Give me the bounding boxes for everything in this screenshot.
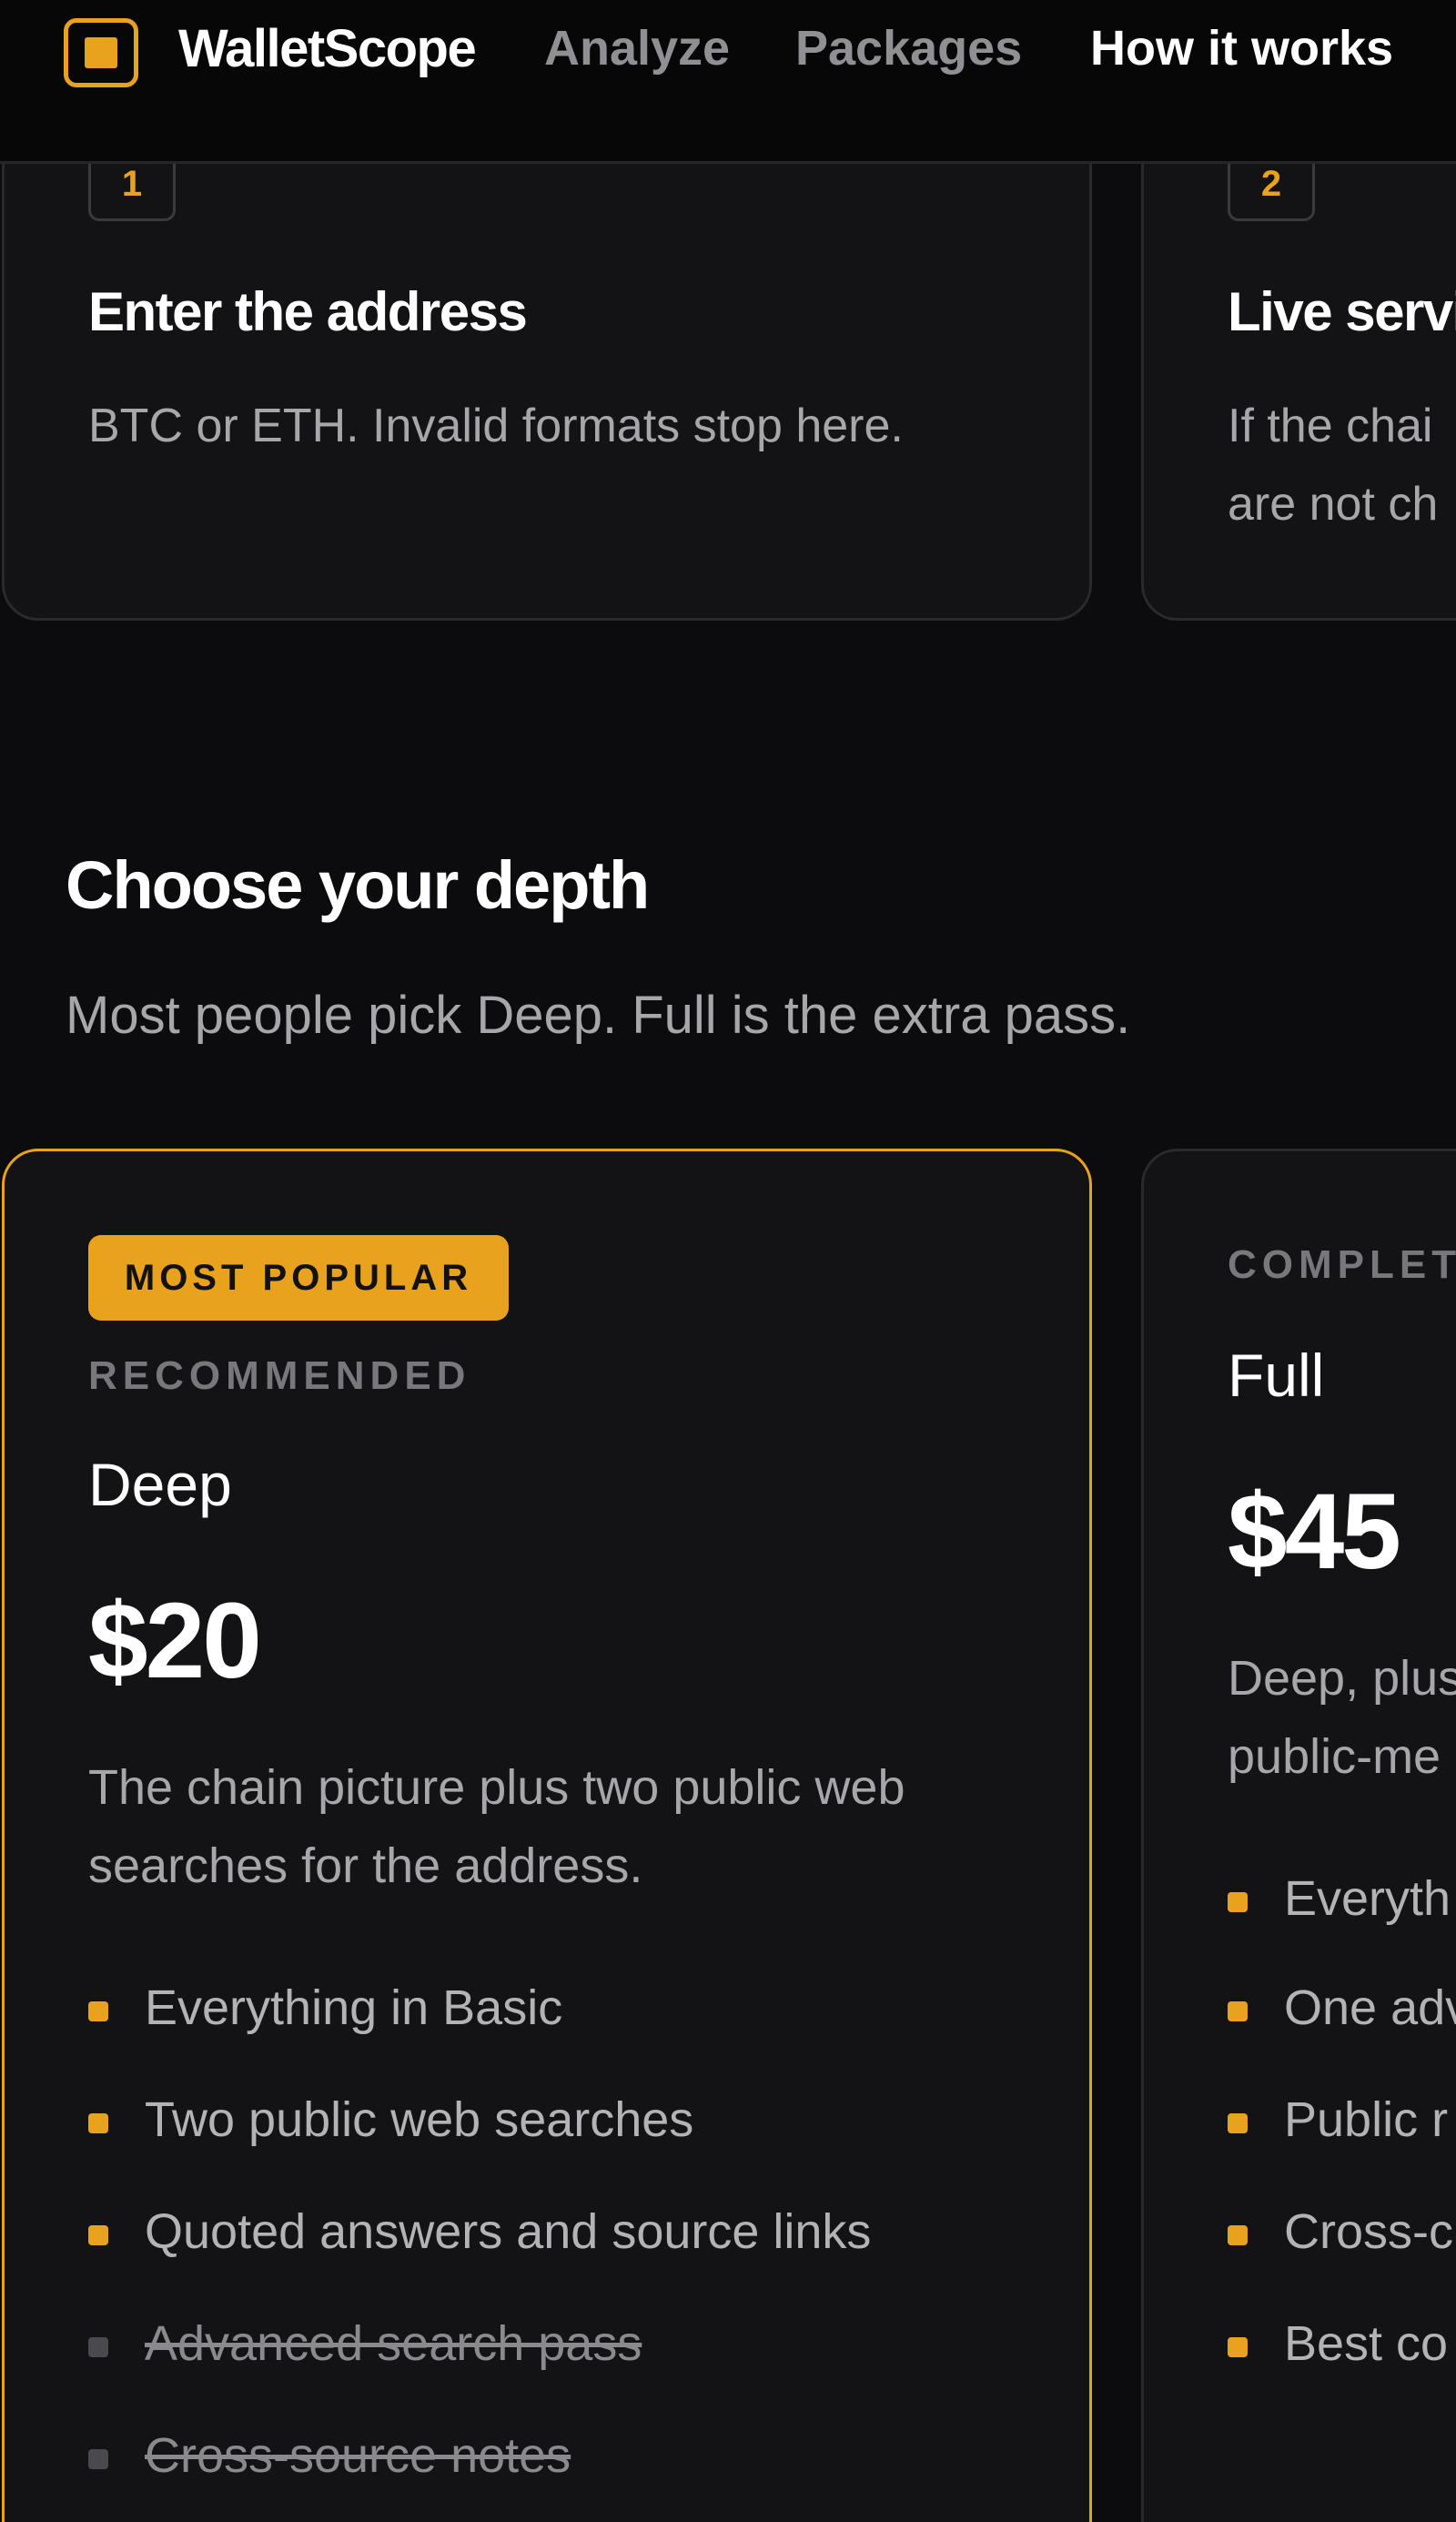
feature-text: Everything in Basic xyxy=(145,1980,563,2035)
step-card-1: 1 Enter the address BTC or ETH. Invalid … xyxy=(2,91,1092,621)
step-number: 1 xyxy=(88,157,176,221)
plan-name: Full xyxy=(1228,1342,1325,1409)
plan-card-full[interactable]: COMPLET Full $45 Deep, plus public-me Ev… xyxy=(1141,1149,1456,2522)
bullet-icon xyxy=(1228,1892,1248,1912)
step-description-line-1: If the chai xyxy=(1228,400,1433,452)
step-description: BTC or ETH. Invalid formats stop here. xyxy=(88,400,904,452)
feature-text: Cross-source notes xyxy=(145,2428,571,2483)
section-title: Choose your depth xyxy=(66,847,650,923)
plan-description-line-1: The chain picture plus two public web xyxy=(88,1760,905,1815)
bullet-icon xyxy=(88,2225,108,2245)
plan-eyebrow: COMPLET xyxy=(1228,1242,1456,1287)
feature-text: Public r xyxy=(1284,2092,1449,2147)
bullet-icon xyxy=(1228,2001,1248,2021)
plan-description-line-2: searches for the address. xyxy=(88,1838,643,1893)
page: WalletScope Analyze Packages How it work… xyxy=(0,0,1456,2522)
section-subtitle: Most people pick Deep. Full is the extra… xyxy=(66,986,1131,1045)
plan-description-line-1: Deep, plus xyxy=(1228,1651,1456,1706)
nav-how-it-works[interactable]: How it works xyxy=(1090,20,1393,76)
plan-description-line-2: public-me xyxy=(1228,1729,1441,1784)
bullet-icon xyxy=(88,2337,108,2357)
bullet-icon xyxy=(1228,2225,1248,2245)
step-number: 2 xyxy=(1228,157,1315,221)
plan-eyebrow: RECOMMENDED xyxy=(88,1353,471,1398)
plan-price: $45 xyxy=(1228,1472,1401,1592)
logo-icon[interactable] xyxy=(64,18,138,87)
nav-packages[interactable]: Packages xyxy=(795,20,1022,76)
step-description-line-2: are not ch xyxy=(1228,478,1439,531)
feature-text: Best co xyxy=(1284,2316,1449,2371)
logo-square xyxy=(85,37,117,68)
bullet-icon xyxy=(88,2113,108,2133)
bullet-icon xyxy=(88,2449,108,2469)
step-title: Live servi xyxy=(1228,281,1456,342)
feature-text: Two public web searches xyxy=(145,2092,694,2147)
plan-name: Deep xyxy=(88,1451,232,1518)
feature-text: Cross-c xyxy=(1284,2204,1453,2259)
plan-card-deep[interactable]: MOST POPULAR RECOMMENDED Deep $20 The ch… xyxy=(2,1149,1092,2522)
bullet-icon xyxy=(1228,2113,1248,2133)
bullet-icon xyxy=(88,2001,108,2021)
nav-analyze[interactable]: Analyze xyxy=(544,20,730,76)
plan-price: $20 xyxy=(88,1581,262,1701)
most-popular-badge: MOST POPULAR xyxy=(88,1235,509,1321)
step-card-2: 2 Live servi If the chai are not ch xyxy=(1141,91,1456,621)
brand-name[interactable]: WalletScope xyxy=(178,18,477,79)
top-nav-bar: WalletScope Analyze Packages How it work… xyxy=(0,0,1456,164)
bullet-icon xyxy=(1228,2337,1248,2357)
feature-text: Everyth xyxy=(1284,1871,1451,1926)
feature-text: One adv xyxy=(1284,1980,1456,2035)
step-title: Enter the address xyxy=(88,281,528,342)
feature-text: Quoted answers and source links xyxy=(145,2204,872,2259)
feature-text: Advanced search pass xyxy=(145,2316,642,2371)
